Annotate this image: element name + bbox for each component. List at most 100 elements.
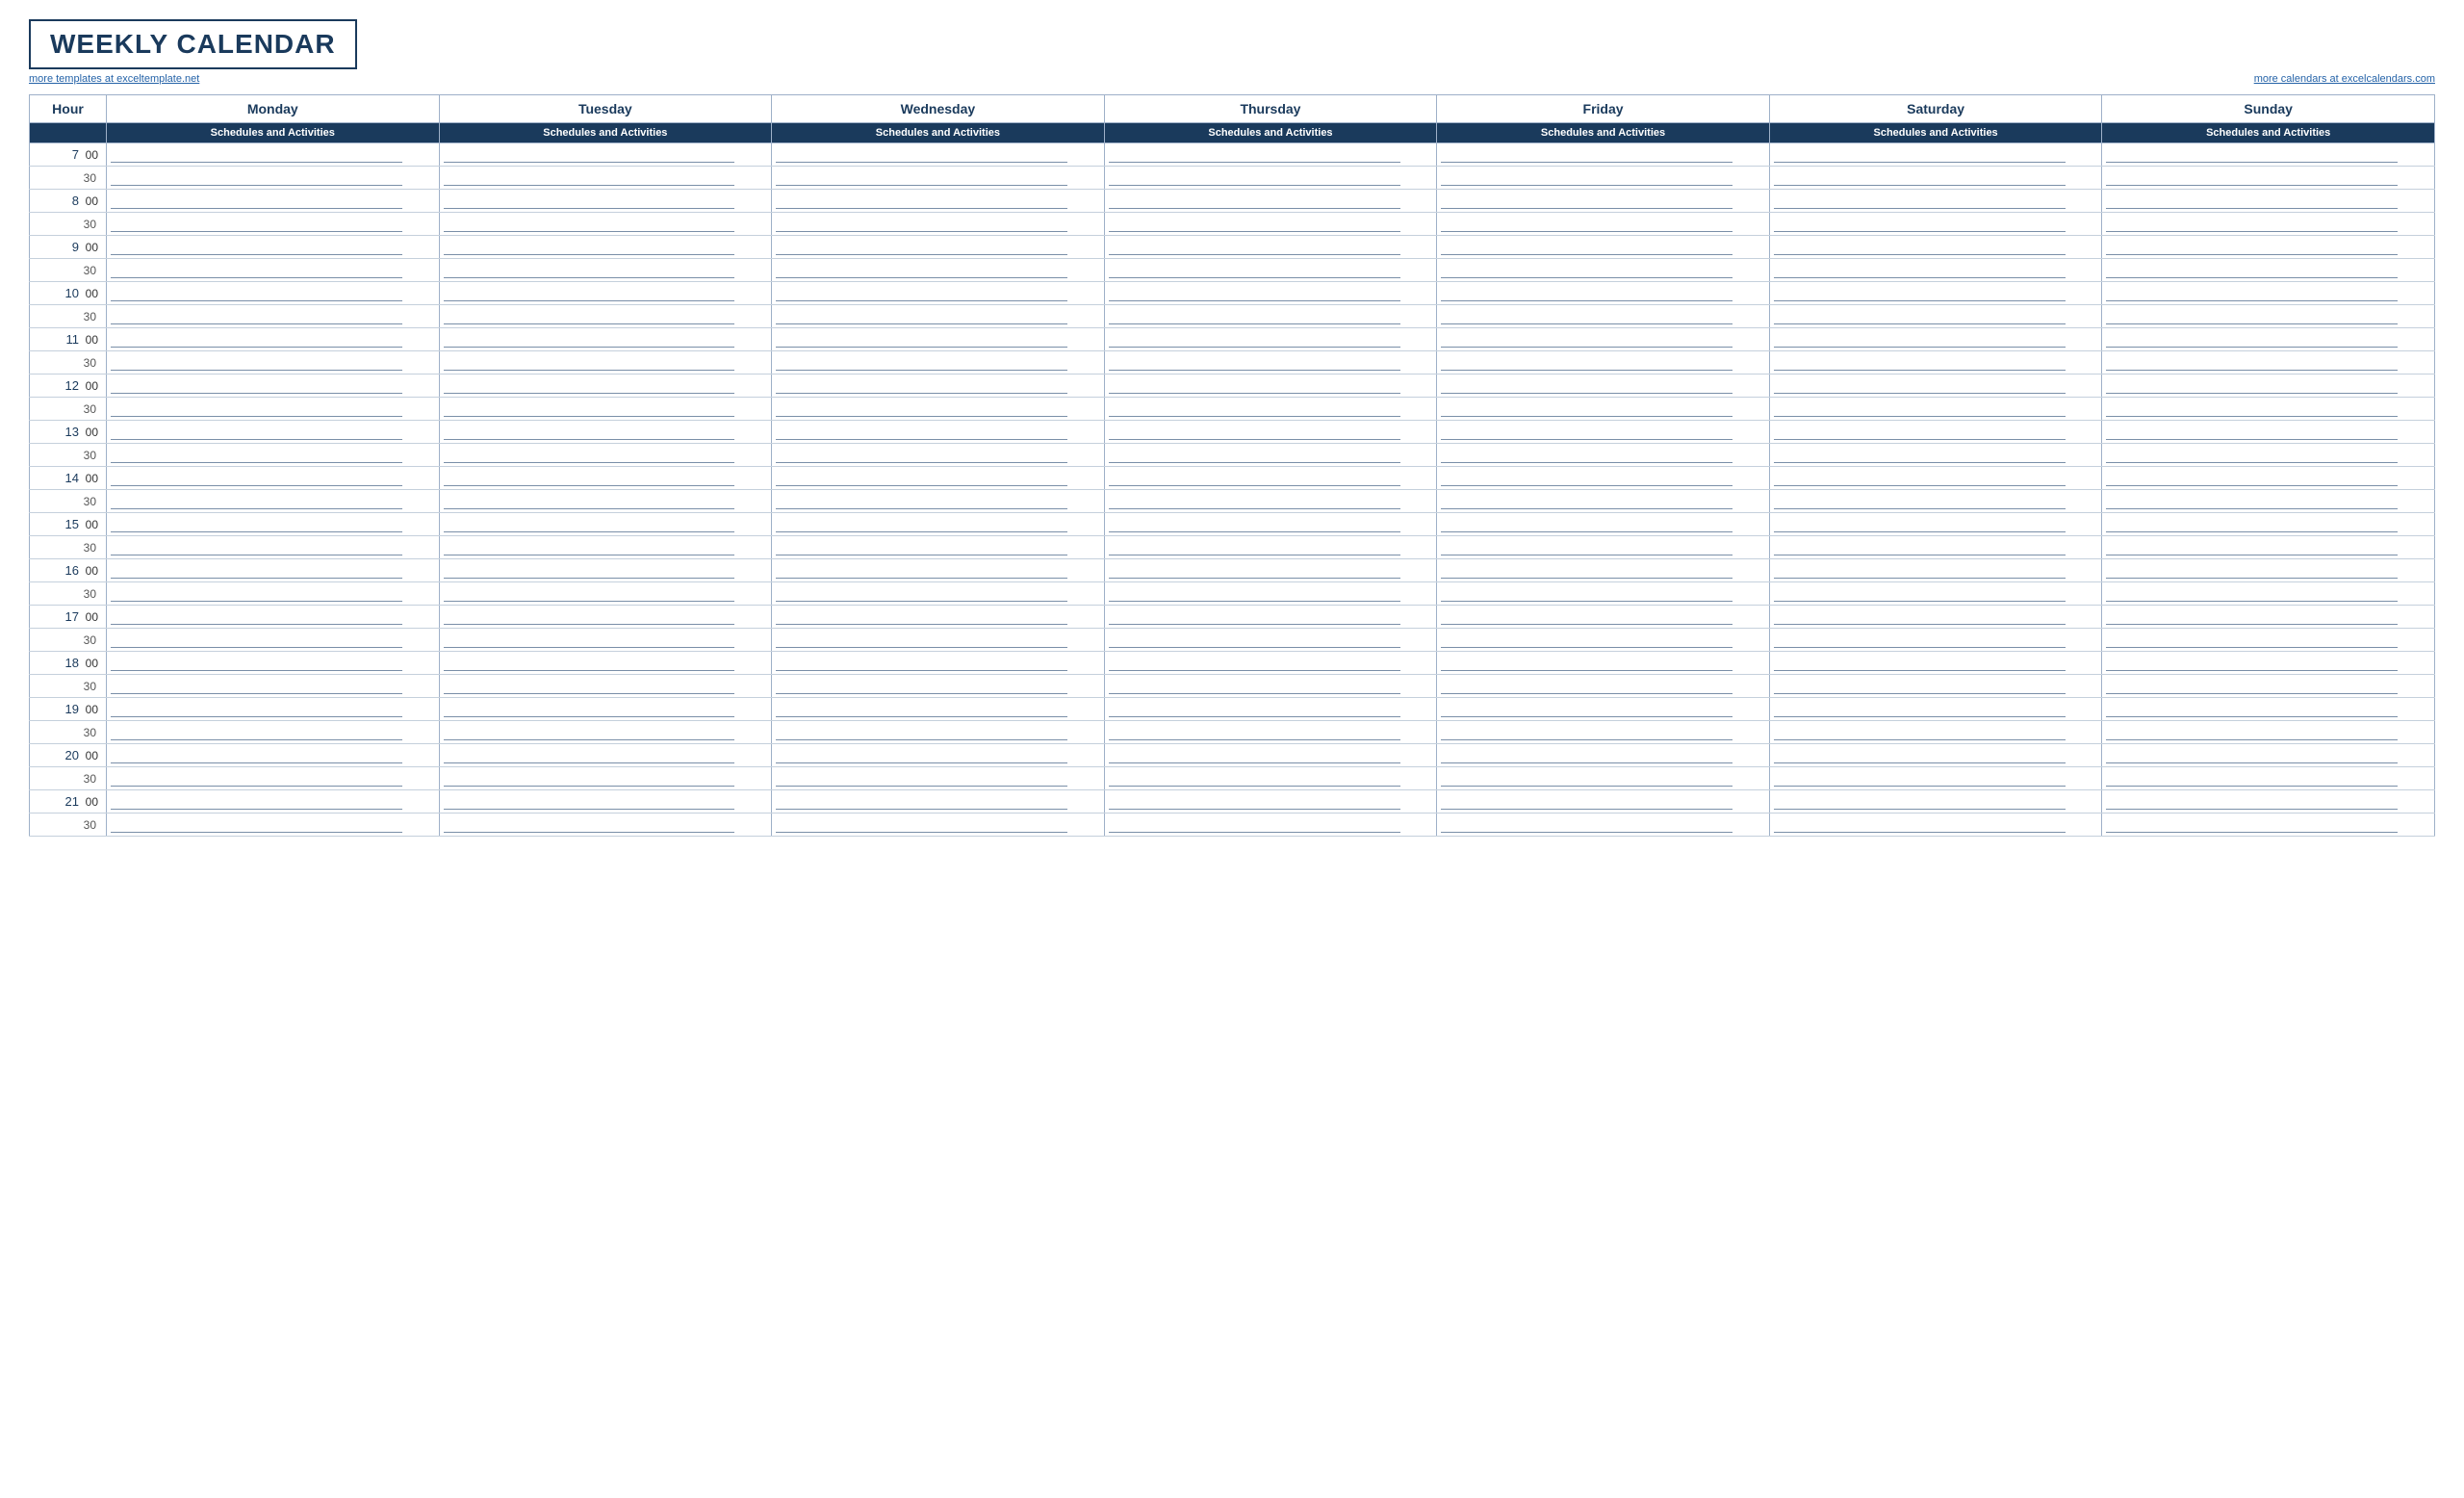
schedule-cell[interactable] — [1769, 814, 2102, 837]
schedule-cell[interactable] — [1769, 559, 2102, 582]
schedule-cell[interactable] — [2102, 351, 2435, 374]
schedule-cell[interactable] — [1104, 744, 1437, 767]
schedule-cell[interactable] — [1769, 629, 2102, 652]
schedule-cell[interactable] — [439, 629, 772, 652]
schedule-cell[interactable] — [1769, 490, 2102, 513]
schedule-cell[interactable] — [2102, 490, 2435, 513]
schedule-cell[interactable] — [107, 490, 440, 513]
schedule-cell[interactable] — [1104, 213, 1437, 236]
schedule-cell[interactable] — [772, 606, 1105, 629]
schedule-cell[interactable] — [772, 744, 1105, 767]
schedule-cell[interactable] — [107, 790, 440, 814]
schedule-cell[interactable] — [1104, 652, 1437, 675]
schedule-cell[interactable] — [439, 374, 772, 398]
schedule-cell[interactable] — [1104, 143, 1437, 167]
schedule-cell[interactable] — [107, 513, 440, 536]
schedule-cell[interactable] — [1437, 213, 1770, 236]
schedule-cell[interactable] — [107, 167, 440, 190]
schedule-cell[interactable] — [1437, 513, 1770, 536]
schedule-cell[interactable] — [772, 467, 1105, 490]
schedule-cell[interactable] — [1104, 490, 1437, 513]
schedule-cell[interactable] — [1437, 398, 1770, 421]
schedule-cell[interactable] — [107, 559, 440, 582]
schedule-cell[interactable] — [1437, 790, 1770, 814]
schedule-cell[interactable] — [439, 698, 772, 721]
schedule-cell[interactable] — [772, 213, 1105, 236]
schedule-cell[interactable] — [2102, 305, 2435, 328]
schedule-cell[interactable] — [1769, 143, 2102, 167]
schedule-cell[interactable] — [107, 606, 440, 629]
schedule-cell[interactable] — [1104, 328, 1437, 351]
schedule-cell[interactable] — [439, 236, 772, 259]
schedule-cell[interactable] — [1769, 606, 2102, 629]
schedule-cell[interactable] — [2102, 190, 2435, 213]
schedule-cell[interactable] — [1104, 282, 1437, 305]
schedule-cell[interactable] — [439, 305, 772, 328]
schedule-cell[interactable] — [439, 652, 772, 675]
schedule-cell[interactable] — [772, 190, 1105, 213]
schedule-cell[interactable] — [439, 559, 772, 582]
schedule-cell[interactable] — [439, 744, 772, 767]
schedule-cell[interactable] — [1437, 698, 1770, 721]
schedule-cell[interactable] — [772, 582, 1105, 606]
schedule-cell[interactable] — [1437, 328, 1770, 351]
schedule-cell[interactable] — [1104, 374, 1437, 398]
schedule-cell[interactable] — [1769, 305, 2102, 328]
schedule-cell[interactable] — [2102, 467, 2435, 490]
schedule-cell[interactable] — [1437, 467, 1770, 490]
schedule-cell[interactable] — [439, 490, 772, 513]
schedule-cell[interactable] — [1437, 167, 1770, 190]
schedule-cell[interactable] — [439, 213, 772, 236]
schedule-cell[interactable] — [772, 559, 1105, 582]
schedule-cell[interactable] — [1769, 374, 2102, 398]
schedule-cell[interactable] — [439, 767, 772, 790]
template-link-left[interactable]: more templates at exceltemplate.net — [29, 73, 199, 85]
schedule-cell[interactable] — [772, 167, 1105, 190]
schedule-cell[interactable] — [772, 790, 1105, 814]
schedule-cell[interactable] — [439, 328, 772, 351]
schedule-cell[interactable] — [439, 351, 772, 374]
schedule-cell[interactable] — [2102, 582, 2435, 606]
schedule-cell[interactable] — [439, 190, 772, 213]
template-link-right[interactable]: more calendars at excelcalendars.com — [2254, 73, 2435, 85]
schedule-cell[interactable] — [107, 582, 440, 606]
schedule-cell[interactable] — [1769, 282, 2102, 305]
schedule-cell[interactable] — [2102, 167, 2435, 190]
schedule-cell[interactable] — [107, 421, 440, 444]
schedule-cell[interactable] — [772, 536, 1105, 559]
schedule-cell[interactable] — [107, 398, 440, 421]
schedule-cell[interactable] — [1437, 744, 1770, 767]
schedule-cell[interactable] — [439, 513, 772, 536]
schedule-cell[interactable] — [1769, 236, 2102, 259]
schedule-cell[interactable] — [107, 467, 440, 490]
schedule-cell[interactable] — [1104, 767, 1437, 790]
schedule-cell[interactable] — [1769, 190, 2102, 213]
schedule-cell[interactable] — [1104, 513, 1437, 536]
schedule-cell[interactable] — [772, 236, 1105, 259]
schedule-cell[interactable] — [2102, 652, 2435, 675]
schedule-cell[interactable] — [2102, 559, 2435, 582]
schedule-cell[interactable] — [1437, 652, 1770, 675]
schedule-cell[interactable] — [107, 652, 440, 675]
schedule-cell[interactable] — [439, 167, 772, 190]
schedule-cell[interactable] — [1769, 582, 2102, 606]
schedule-cell[interactable] — [107, 629, 440, 652]
schedule-cell[interactable] — [772, 305, 1105, 328]
schedule-cell[interactable] — [107, 305, 440, 328]
schedule-cell[interactable] — [107, 675, 440, 698]
schedule-cell[interactable] — [439, 421, 772, 444]
schedule-cell[interactable] — [1104, 444, 1437, 467]
schedule-cell[interactable] — [1437, 444, 1770, 467]
schedule-cell[interactable] — [1104, 790, 1437, 814]
schedule-cell[interactable] — [1769, 698, 2102, 721]
schedule-cell[interactable] — [439, 814, 772, 837]
schedule-cell[interactable] — [772, 328, 1105, 351]
schedule-cell[interactable] — [772, 444, 1105, 467]
schedule-cell[interactable] — [772, 652, 1105, 675]
schedule-cell[interactable] — [1104, 814, 1437, 837]
schedule-cell[interactable] — [107, 351, 440, 374]
schedule-cell[interactable] — [1104, 536, 1437, 559]
schedule-cell[interactable] — [1104, 675, 1437, 698]
schedule-cell[interactable] — [107, 259, 440, 282]
schedule-cell[interactable] — [107, 814, 440, 837]
